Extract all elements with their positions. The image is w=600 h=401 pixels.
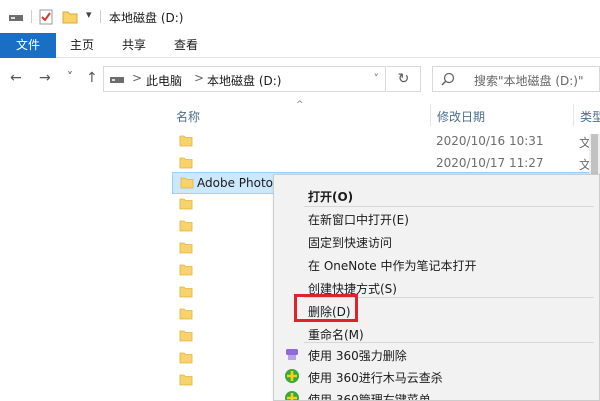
column-divider[interactable]	[430, 104, 431, 126]
folder-icon	[179, 220, 193, 232]
properties-icon[interactable]	[38, 9, 54, 25]
file-date-modified: 2020/10/16 10:31	[436, 134, 544, 148]
menu-item-360-scan[interactable]: 使用 360进行木马云查杀	[274, 365, 599, 387]
menu-item-label: 重命名(M)	[308, 328, 364, 342]
column-header-type[interactable]: 类型	[580, 108, 600, 125]
title-bar: ▾ 本地磁盘 (D:)	[0, 0, 600, 33]
quick-access-dropdown[interactable]: ▾	[86, 8, 92, 21]
tab-share[interactable]: 共享	[110, 33, 158, 58]
menu-separator	[304, 206, 594, 207]
search-box[interactable]: 搜索"本地磁盘 (D:)"	[432, 66, 600, 92]
menu-item-360-shred[interactable]: 使用 360强力删除	[274, 343, 599, 365]
delete-highlight-box	[294, 294, 358, 322]
drive-icon	[110, 77, 124, 83]
folder-icon	[179, 135, 193, 147]
menu-item-rename[interactable]: 重命名(M)	[274, 322, 599, 344]
folder-icon	[179, 157, 193, 169]
menu-item-open[interactable]: 打开(O)	[274, 184, 599, 206]
folder-icon	[179, 242, 193, 254]
address-bar[interactable]: > 此电脑 > 本地磁盘 (D:) ˅	[103, 66, 386, 92]
breadcrumb-drive-d[interactable]: 本地磁盘 (D:)	[207, 72, 281, 89]
menu-item-open-onenote[interactable]: 在 OneNote 中作为笔记本打开	[274, 253, 599, 275]
tab-home[interactable]: 主页	[58, 33, 106, 58]
menu-item-label: 使用 360进行木马云查杀	[308, 371, 443, 385]
column-divider[interactable]	[573, 104, 574, 126]
window-title: 本地磁盘 (D:)	[109, 11, 184, 25]
folder-icon	[179, 264, 193, 276]
up-button[interactable]: ↑	[86, 70, 98, 86]
menu-item-label: 在 OneNote 中作为笔记本打开	[308, 259, 477, 273]
menu-item-label: 打开(O)	[308, 190, 354, 204]
new-folder-icon[interactable]	[62, 9, 78, 25]
shield-360-icon	[285, 369, 299, 383]
breadcrumb-separator[interactable]: >	[194, 71, 204, 85]
folder-icon	[179, 374, 193, 386]
folder-icon	[179, 308, 193, 320]
folder-icon	[180, 177, 194, 189]
drive-icon[interactable]	[8, 9, 24, 23]
tab-file[interactable]: 文件	[0, 33, 56, 58]
menu-item-label: 使用 360强力删除	[308, 349, 407, 363]
search-icon	[441, 72, 455, 86]
context-menu: 打开(O) 在新窗口中打开(E) 固定到快速访问在 OneNote 中作为笔记本打开…	[273, 174, 600, 401]
menu-item-360-manage[interactable]: 使用 360管理右键菜单	[274, 387, 599, 401]
shredder-360-icon	[286, 349, 298, 360]
table-row[interactable]: 2020/10/16 10:31文件	[172, 131, 600, 153]
search-input[interactable]: 搜索"本地磁盘 (D:)"	[474, 72, 584, 89]
tab-view[interactable]: 查看	[162, 33, 210, 58]
breadcrumb-this-pc[interactable]: 此电脑	[146, 72, 182, 89]
menu-item-open-new-window[interactable]: 在新窗口中打开(E)	[274, 207, 599, 229]
menu-item-label: 在新窗口中打开(E)	[308, 213, 409, 227]
column-header-date-modified[interactable]: 修改日期	[437, 108, 485, 125]
back-button[interactable]: ←	[10, 70, 22, 86]
file-date-modified: 2020/10/17 11:27	[436, 156, 544, 170]
shield-360-icon	[285, 391, 299, 400]
forward-button[interactable]: →	[39, 70, 51, 86]
refresh-button[interactable]: ↻	[387, 66, 421, 92]
toolbar-divider	[31, 10, 32, 23]
title-divider	[100, 10, 101, 23]
recent-locations-button[interactable]: ˅	[67, 69, 73, 85]
file-name[interactable]: Adobe Photo	[197, 176, 273, 190]
folder-icon	[179, 286, 193, 298]
address-dropdown-button[interactable]: ˅	[374, 72, 380, 85]
menu-item-label: 固定到快速访问	[308, 236, 393, 250]
folder-icon	[179, 198, 193, 210]
menu-item-pin-quick-access[interactable]: 固定到快速访问	[274, 230, 599, 252]
menu-item-label: 使用 360管理右键菜单	[308, 393, 431, 401]
menu-separator	[304, 342, 594, 343]
breadcrumb-separator[interactable]: >	[132, 71, 142, 85]
folder-icon	[179, 330, 193, 342]
column-header-name[interactable]: 名称	[176, 108, 200, 125]
sort-ascending-icon: ^	[296, 100, 304, 110]
ribbon: 文件 主页 共享 查看	[0, 33, 600, 58]
folder-icon	[179, 352, 193, 364]
navigation-bar: ← → ˅ ↑ > 此电脑 > 本地磁盘 (D:) ˅ ↻ 搜索"本地磁盘 (D…	[0, 58, 600, 100]
